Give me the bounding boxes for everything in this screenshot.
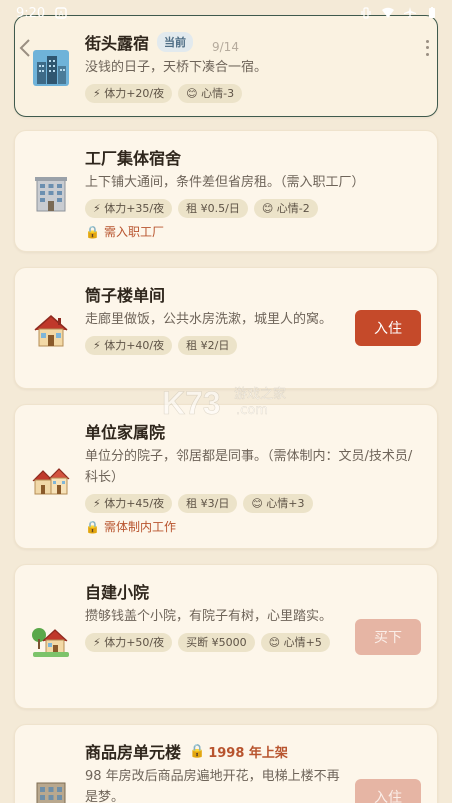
- airplane-icon: [404, 7, 416, 18]
- housing-title: 街头露宿: [85, 34, 150, 53]
- housing-title: 单位家属院: [85, 423, 166, 442]
- lock-icon: 🔒: [85, 519, 100, 534]
- tag-stamina: ⚡ 体力+45/夜: [85, 494, 173, 513]
- status-time: 9:20: [16, 5, 46, 21]
- housing-tags: ⚡ 体力+35/夜 租 ¥0.5/日 😊 心情-2: [85, 199, 421, 218]
- lock-icon: 🔒: [85, 224, 100, 239]
- housing-title: 工厂集体宿舍: [85, 149, 182, 168]
- battery-icon: [429, 7, 435, 18]
- housing-description: 98 年房改后商品房遍地开花，电梯上楼不再是梦。: [85, 769, 340, 803]
- tag-mood: 😊 心情+5: [260, 633, 330, 652]
- buy-button[interactable]: 买下: [355, 619, 421, 655]
- house-with-garden-icon: [32, 628, 69, 657]
- apartment-icon: [36, 782, 66, 803]
- housing-tags: ⚡ 体力+20/夜 😊 心情-3: [85, 84, 421, 103]
- tag-mood: 😊 心情-3: [178, 84, 243, 103]
- tag-stamina: ⚡ 体力+35/夜: [85, 199, 173, 218]
- tag-rent: 租 ¥0.5/日: [178, 199, 248, 218]
- housing-title: 商品房单元楼: [85, 743, 182, 762]
- requirement-text: 需入职工厂: [103, 225, 164, 239]
- tag-price: 买断 ¥5000: [178, 633, 255, 652]
- housing-description: 没钱的日子，天桥下凑合一宿。: [85, 60, 268, 75]
- housing-description: 攒够钱盖个小院，有院子有树，心里踏实。: [85, 609, 333, 624]
- housing-card-factory-dorm: 工厂集体宿舍 上下铺大通间，条件差但省房租。（需入职工厂） ⚡ 体力+35/夜 …: [14, 130, 438, 252]
- requirement-note: 🔒 需入职工厂: [85, 223, 421, 240]
- housing-description: 单位分的院子，邻居都是同事。（需体制内：文员/技术员/科长）: [85, 449, 413, 485]
- housing-tags: ⚡ 体力+50/夜 买断 ¥5000 😊 心情+5: [85, 633, 341, 652]
- office-building-icon: [35, 177, 67, 212]
- lock-icon: 🔒: [189, 743, 206, 759]
- move-in-button[interactable]: 入住: [355, 310, 421, 346]
- tag-rent: 租 ¥3/日: [178, 494, 238, 513]
- tag-mood: 😊 心情+3: [243, 494, 313, 513]
- housing-card-commercial-apartment: 商品房单元楼 🔒 1998 年上架 98 年房改后商品房遍地开花，电梯上楼不再是…: [14, 724, 438, 803]
- housing-description: 上下铺大通间，条件差但省房租。（需入职工厂）: [85, 175, 365, 190]
- more-options-button[interactable]: [422, 38, 432, 58]
- tag-mood: 😊 心情-2: [253, 199, 318, 218]
- status-bar: 9:20 A: [0, 0, 452, 26]
- requirement-note: 🔒 需体制内工作: [85, 518, 421, 535]
- housing-card-unit-compound: 单位家属院 单位分的院子，邻居都是同事。（需体制内：文员/技术员/科长） ⚡ 体…: [14, 404, 438, 549]
- current-badge: 当前: [157, 32, 194, 52]
- housing-tags: ⚡ 体力+45/夜 租 ¥3/日 😊 心情+3: [85, 494, 421, 513]
- tag-stamina: ⚡ 体力+50/夜: [85, 633, 173, 652]
- city-icon: [33, 50, 69, 86]
- housing-description: 走廊里做饭，公共水房洗漱，城里人的窝。: [85, 312, 333, 327]
- housing-title: 筒子楼单间: [85, 286, 166, 305]
- wifi-icon: [382, 7, 394, 18]
- tag-stamina: ⚡ 体力+40/夜: [85, 336, 173, 355]
- move-in-button[interactable]: 入住: [355, 779, 421, 803]
- requirement-text: 需体制内工作: [103, 520, 176, 534]
- housing-card-self-built-yard: 自建小院 攒够钱盖个小院，有院子有树，心里踏实。 ⚡ 体力+50/夜 买断 ¥5…: [14, 564, 438, 709]
- svg-text:A: A: [59, 10, 64, 18]
- notification-icon: A: [55, 7, 67, 19]
- chevron-left-icon: [19, 39, 30, 57]
- housing-title: 自建小院: [85, 583, 150, 602]
- back-button[interactable]: [18, 38, 34, 58]
- unlock-year-text: 1998 年上架: [208, 745, 288, 761]
- tag-rent: 租 ¥2/日: [178, 336, 238, 355]
- vibrate-icon: [361, 7, 371, 19]
- housing-card-street: 街头露宿 当前 没钱的日子，天桥下凑合一宿。 ⚡ 体力+20/夜 😊 心情-3: [14, 15, 438, 117]
- housing-card-tube-apartment: 筒子楼单间 走廊里做饭，公共水房洗漱，城里人的窝。 ⚡ 体力+40/夜 租 ¥2…: [14, 267, 438, 389]
- unlock-year-note: 🔒 1998 年上架: [189, 742, 288, 761]
- houses-icon: [32, 468, 70, 495]
- tag-stamina: ⚡ 体力+20/夜: [85, 84, 173, 103]
- housing-tags: ⚡ 体力+40/夜 租 ¥2/日: [85, 336, 341, 355]
- house-icon: [34, 315, 68, 347]
